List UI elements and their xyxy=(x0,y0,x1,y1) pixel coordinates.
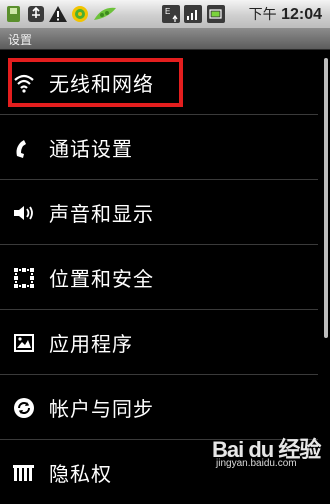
watermark-url: jingyan.baidu.com xyxy=(216,458,297,469)
data-arrows-icon: E xyxy=(162,5,180,23)
settings-item-location-security[interactable]: 位置和安全 xyxy=(0,245,318,309)
settings-item-applications[interactable]: 应用程序 xyxy=(0,310,318,374)
location-grid-icon xyxy=(14,268,34,288)
settings-item-label: 帐户与同步 xyxy=(49,397,154,421)
settings-item-sound-display[interactable]: 声音和显示 xyxy=(0,180,318,244)
pea-app-icon xyxy=(94,7,116,20)
battery-icon xyxy=(207,5,225,23)
settings-item-call-settings[interactable]: 通话设置 xyxy=(0,115,318,179)
speaker-icon xyxy=(14,206,33,220)
settings-item-label: 应用程序 xyxy=(49,332,133,356)
settings-item-label: 声音和显示 xyxy=(49,202,154,226)
warning-icon xyxy=(49,6,67,22)
title-bar: 设置 xyxy=(0,29,330,50)
settings-list: 无线和网络 通话设置 声音和显示 位置和安全 应用程序 帐户与同步 隐私权 xyxy=(0,50,330,486)
clock: 下午 12:04 xyxy=(249,4,322,24)
phone-icon xyxy=(16,140,26,158)
page-title: 设置 xyxy=(8,33,33,47)
sd-card-icon xyxy=(7,6,20,22)
clock-time: 12:04 xyxy=(281,6,322,23)
highlight-box xyxy=(8,58,183,107)
settings-item-label: 位置和安全 xyxy=(49,267,154,291)
settings-item-accounts-sync[interactable]: 帐户与同步 xyxy=(0,375,318,439)
svg-text:E: E xyxy=(165,7,170,16)
settings-item-label: 通话设置 xyxy=(49,137,133,161)
clock-period: 下午 xyxy=(248,7,277,23)
usb-debug-icon xyxy=(28,6,44,22)
scrollbar[interactable] xyxy=(324,58,328,338)
applications-icon xyxy=(14,334,34,352)
signal-bars-icon xyxy=(184,5,202,23)
privacy-icon xyxy=(13,465,34,481)
status-bar: E 下午 12:04 xyxy=(0,0,330,29)
baidu-watermark: Bai du 经验 jingyan.baidu.com xyxy=(212,432,322,472)
sync-icon xyxy=(14,398,34,418)
smiley-icon xyxy=(72,6,88,22)
